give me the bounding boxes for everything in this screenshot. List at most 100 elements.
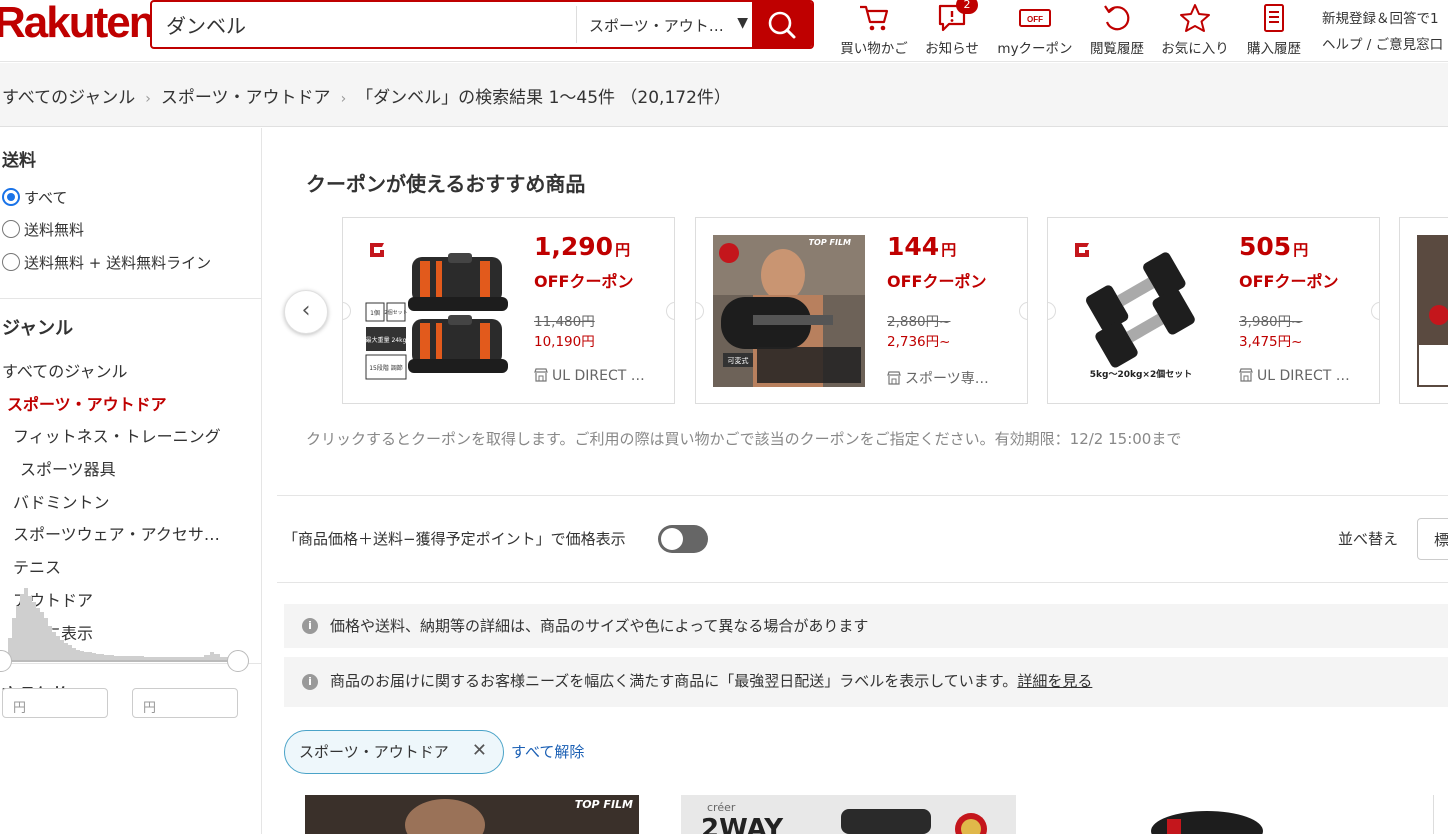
coupon-card[interactable]: 1個 2個セット 最大重量 24kg 15段階 調節 1,290 円 OFFクーポ… — [342, 217, 675, 404]
breadcrumb-sports[interactable]: スポーツ・アウトドア — [161, 88, 331, 108]
nav-history[interactable]: 閲覧履歴 — [1084, 0, 1150, 60]
clear-all-filters-link[interactable]: すべて解除 — [511, 741, 584, 762]
close-icon[interactable]: ✕ — [472, 740, 487, 761]
help-link[interactable]: ヘルプ / ご意見窓口 — [1322, 32, 1443, 58]
header: Rakuten スポーツ・アウト… ▼ 買い物かご お知らせ 2 — [0, 0, 1448, 62]
search-button[interactable] — [752, 2, 812, 47]
history-icon — [1104, 5, 1130, 31]
coupon-amount: 505 円 — [1239, 232, 1309, 261]
product-brand-1: TOP FILM — [575, 798, 633, 811]
search-bar: スポーツ・アウト… ▼ — [150, 0, 814, 49]
price-slider-max-handle[interactable] — [227, 650, 249, 672]
genre-item-fitness[interactable]: フィットネス・トレーニング — [13, 423, 221, 447]
genre-item-sportswear[interactable]: スポーツウェア・アクセサ… — [13, 521, 220, 545]
price-max-input[interactable]: 円 — [132, 688, 238, 718]
shop-icon — [534, 368, 548, 382]
chevron-down-icon: ▼ — [737, 15, 748, 31]
card-notch — [343, 302, 351, 320]
shipping-title: 送料 — [2, 151, 36, 171]
receipt-icon — [1264, 4, 1284, 32]
product-image — [1417, 235, 1448, 387]
search-icon — [768, 11, 796, 39]
coupon-section-title: クーポンが使えるおすすめ商品 — [306, 172, 586, 196]
notice-variation: i 価格や送料、納期等の詳細は、商品のサイズや色によって異なる場合があります — [284, 604, 1448, 648]
nav-cart[interactable]: 買い物かご — [836, 0, 912, 60]
original-price: 11,480円 — [534, 314, 595, 330]
nav-my-coupon[interactable]: OFF myクーポン — [992, 0, 1078, 60]
filter-chip-sports[interactable]: スポーツ・アウトドア ✕ — [284, 730, 504, 774]
nav-history-label: 閲覧履歴 — [1090, 41, 1144, 57]
card-notch — [696, 302, 704, 320]
card-notch — [1048, 302, 1056, 320]
discounted-price: 3,475円~ — [1239, 334, 1303, 350]
nav-purchase-history-label: 購入履歴 — [1247, 41, 1301, 57]
shipping-option-free-line[interactable]: 送料無料 + 送料無料ライン — [2, 252, 211, 273]
shop-icon — [887, 371, 901, 385]
shop-name: UL DIRECT … — [534, 368, 645, 384]
shipping-option-free[interactable]: 送料無料 — [2, 219, 84, 240]
product-image: TOP FILM 可変式 — [713, 235, 865, 387]
coupon-card[interactable]: TOP FILM 可変式 144 円 OFFクーポン 2,880円~ 2,736円… — [695, 217, 1028, 404]
nav-my-coupon-label: myクーポン — [997, 41, 1073, 57]
product-image[interactable]: créer 2WAY — [681, 795, 1016, 834]
thumb-badge-2: 可変式 — [728, 356, 749, 365]
price-slider-track[interactable] — [2, 660, 238, 662]
coupon-card[interactable] — [1399, 217, 1448, 404]
chevron-right-icon: › — [340, 91, 347, 107]
original-price: 3,980円~ — [1239, 314, 1303, 330]
nav-favorites[interactable]: お気に入り — [1156, 0, 1234, 60]
shop-name: UL DIRECT … — [1239, 368, 1350, 384]
info-icon: i — [302, 674, 318, 690]
chevron-right-icon: › — [145, 91, 151, 107]
nav-notifications-label: お知らせ — [925, 41, 979, 57]
original-price: 2,880円~ — [887, 314, 951, 330]
price-display-toggle-label: 「商品価格＋送料−獲得予定ポイント」で価格表示 — [283, 530, 626, 548]
header-links: 新規登録＆回答で1 ヘルプ / ご意見窓口 — [1322, 6, 1443, 58]
thumb-brand-2: TOP FILM — [809, 238, 851, 247]
notice-delivery: i 商品のお届けに関するお客様ニーズを幅広く満たす商品に「最強翌日配送」ラベルを… — [284, 657, 1448, 707]
product-image[interactable] — [1433, 795, 1448, 834]
price-histogram — [8, 588, 238, 660]
rakuten-logo[interactable]: Rakuten — [0, 0, 156, 48]
sort-select[interactable]: 標 — [1417, 518, 1448, 560]
coupon-off-label: OFFクーポン — [887, 272, 987, 291]
price-min-input[interactable]: 円 — [2, 688, 108, 718]
shipping-option-all[interactable]: すべて — [2, 187, 67, 208]
genre-item-equipment[interactable]: スポーツ器具 — [20, 456, 116, 480]
svg-text:OFF: OFF — [1027, 15, 1043, 24]
product-image: 1個 2個セット 最大重量 24kg 15段階 調節 — [360, 235, 512, 387]
carousel-prev-button[interactable]: ‹ — [284, 290, 328, 334]
genre-item-tennis[interactable]: テニス — [13, 554, 61, 578]
product-brand-2: créer — [707, 801, 736, 814]
nav-favorites-label: お気に入り — [1161, 41, 1229, 57]
genre-item-badminton[interactable]: バドミントン — [13, 489, 109, 513]
card-notch — [1019, 302, 1027, 320]
product-image: 5kg〜20kg×2個セット — [1065, 235, 1217, 387]
details-link[interactable]: 詳細を見る — [1017, 672, 1092, 690]
radio-selected-icon — [2, 188, 20, 206]
coupon-card[interactable]: 5kg〜20kg×2個セット 505 円 OFFクーポン 3,980円~ 3,47… — [1047, 217, 1380, 404]
thumb-caption-3: 5kg〜20kg×2個セット — [1090, 368, 1192, 380]
register-link[interactable]: 新規登録＆回答で1 — [1322, 6, 1443, 32]
breadcrumb: すべてのジャンル › スポーツ・アウトドア › 「ダンベル」の検索結果 1～45件 （2… — [2, 83, 731, 108]
genre-item-all[interactable]: すべてのジャンル — [2, 358, 127, 382]
nav-purchase-history[interactable]: 購入履歴 — [1240, 0, 1308, 60]
star-icon — [1180, 4, 1210, 32]
coupon-amount: 1,290 円 — [534, 232, 631, 261]
breadcrumb-all-genres[interactable]: すべてのジャンル — [2, 88, 135, 108]
discounted-price: 2,736円~ — [887, 334, 951, 350]
toggle-knob — [661, 528, 683, 550]
product-image[interactable]: TOP FILM — [305, 795, 639, 834]
radio-icon — [2, 253, 20, 271]
product-image[interactable] — [1057, 795, 1391, 834]
search-genre-label: スポーツ・アウト… — [589, 17, 724, 35]
divider — [277, 582, 1448, 583]
search-genre-select[interactable]: スポーツ・アウト… ▼ — [576, 6, 754, 43]
chevron-left-icon: ‹ — [301, 298, 311, 323]
discounted-price: 10,190円 — [534, 334, 595, 350]
card-notch — [1371, 302, 1379, 320]
search-input[interactable] — [152, 2, 576, 47]
price-display-toggle[interactable] — [658, 525, 708, 553]
shop-icon — [1239, 368, 1253, 382]
genre-item-sports[interactable]: スポーツ・アウトドア — [7, 391, 167, 415]
